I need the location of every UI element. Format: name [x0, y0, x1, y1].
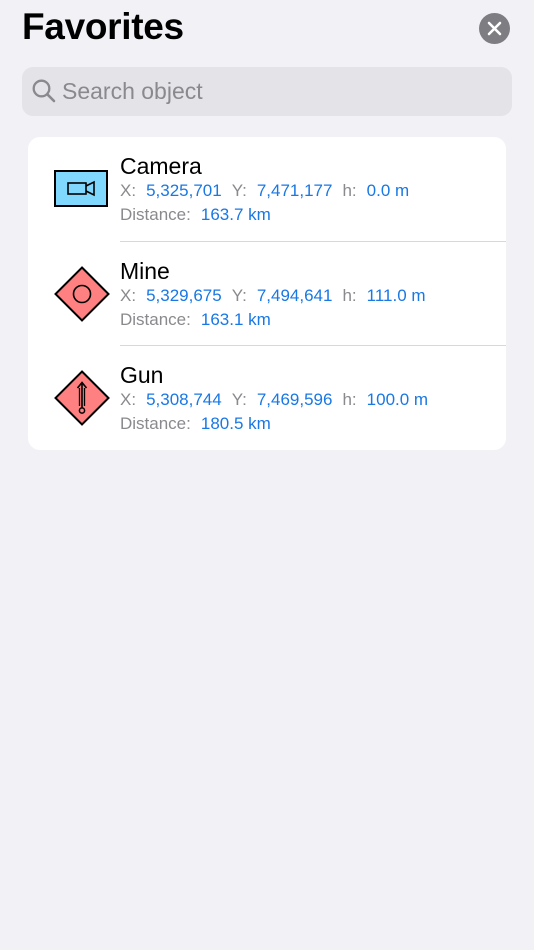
y-value: 7,469,596: [256, 390, 333, 409]
x-label: X:: [120, 181, 137, 200]
object-name: Camera: [120, 153, 202, 179]
h-label: h:: [342, 285, 357, 305]
search-bar[interactable]: [22, 67, 512, 116]
x-label: X:: [120, 285, 137, 305]
list-item-mine[interactable]: Mine X: 5,329,675 Y: 7,494,641 h: 111.0 m Dis…: [28, 242, 506, 346]
h-label: h:: [342, 181, 357, 200]
close-icon: [487, 21, 502, 36]
y-label: Y:: [231, 390, 247, 409]
object-distance: Distance: 163.7 km: [120, 205, 271, 225]
h-value: 0.0 m: [366, 181, 410, 200]
x-value: 5,308,744: [146, 390, 222, 409]
h-value: 100.0 m: [366, 390, 429, 409]
h-label: h:: [342, 390, 357, 409]
mine-icon: [54, 265, 110, 322]
favorites-screen: Favorites Camera X: 5,325,701 Y: 7,471,177 h…: [0, 0, 534, 950]
distance-label: Distance:: [120, 205, 191, 224]
list-item-camera[interactable]: Camera X: 5,325,701 Y: 7,471,177 h: 0.0 m Dis…: [28, 137, 506, 242]
search-icon: [32, 79, 56, 103]
favorites-list: Camera X: 5,325,701 Y: 7,471,177 h: 0.0 m Dis…: [28, 137, 506, 450]
distance-label: Distance:: [120, 309, 191, 329]
x-value: 5,329,675: [146, 285, 222, 305]
gun-icon: [54, 370, 110, 426]
y-label: Y:: [231, 181, 247, 200]
object-name: Mine: [120, 257, 170, 284]
page-title: Favorites: [22, 6, 184, 47]
distance-value: 180.5 km: [200, 414, 271, 433]
distance-label: Distance:: [120, 414, 191, 433]
object-distance: Distance: 163.1 km: [120, 310, 271, 330]
h-value: 111.0 m: [366, 285, 426, 305]
distance-value: 163.1 km: [200, 309, 271, 329]
x-value: 5,325,701: [146, 181, 222, 200]
object-name: Gun: [120, 362, 164, 388]
distance-value: 163.7 km: [200, 205, 271, 224]
y-value: 7,494,641: [256, 285, 333, 305]
object-distance: Distance: 180.5 km: [120, 414, 271, 434]
close-button[interactable]: [479, 13, 510, 44]
search-input[interactable]: [62, 67, 502, 116]
camera-icon: [54, 170, 108, 207]
object-coordinates: X: 5,308,744 Y: 7,469,596 h: 100.0 m: [120, 390, 428, 410]
y-value: 7,471,177: [256, 181, 333, 200]
object-coordinates: X: 5,329,675 Y: 7,494,641 h: 111.0 m: [120, 286, 426, 306]
x-label: X:: [120, 390, 137, 409]
object-coordinates: X: 5,325,701 Y: 7,471,177 h: 0.0 m: [120, 181, 409, 201]
list-item-gun[interactable]: Gun X: 5,308,744 Y: 7,469,596 h: 100.0 m Dist…: [28, 346, 506, 450]
y-label: Y:: [231, 285, 247, 305]
